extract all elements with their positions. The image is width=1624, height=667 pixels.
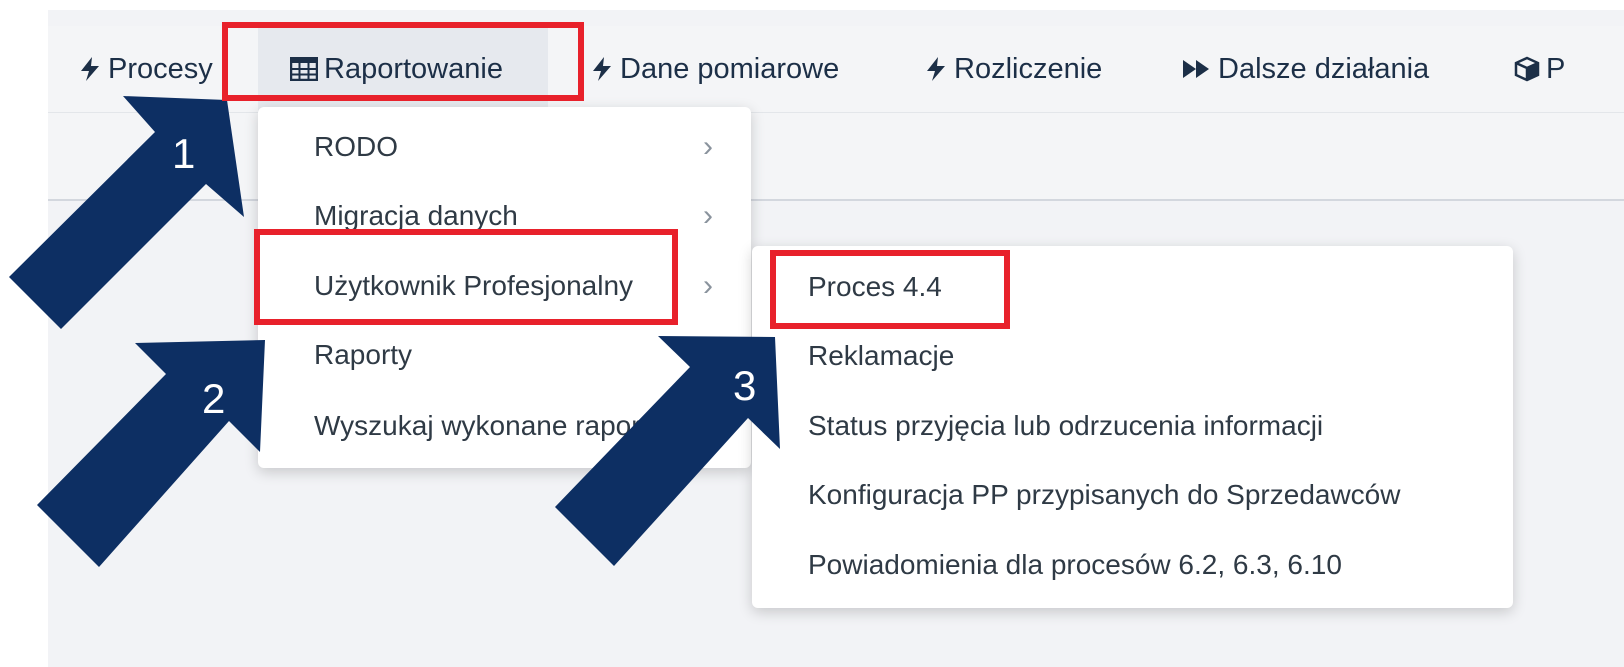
submenu-item-konfiguracja-pp[interactable]: Konfiguracja PP przypisanych do Sprzedaw… xyxy=(752,465,1513,525)
submenu-item-powiadomienia[interactable]: Powiadomienia dla procesów 6.2, 6.3, 6.1… xyxy=(752,535,1513,595)
submenu-item-reklamacje[interactable]: Reklamacje xyxy=(752,326,1513,386)
bolt-icon xyxy=(78,56,102,82)
highlight-raportowanie xyxy=(222,22,584,101)
menu-item-label: Wyszukaj wykonane raporty xyxy=(314,410,663,441)
nav-item-rozliczenie[interactable]: Rozliczenie xyxy=(924,26,1102,112)
chevron-right-icon: › xyxy=(703,130,713,163)
step-3-number: 3 xyxy=(733,362,757,409)
nav-label: Rozliczenie xyxy=(954,52,1103,85)
submenu-item-status-przyjecia[interactable]: Status przyjęcia lub odrzucenia informac… xyxy=(752,396,1513,456)
bolt-icon xyxy=(590,56,614,82)
nav-label: Procesy xyxy=(108,52,213,85)
bolt-icon xyxy=(924,56,948,82)
menu-item-wyszukaj-wykonane-raporty[interactable]: Wyszukaj wykonane raporty xyxy=(258,396,751,456)
menu-item-label: Migracja danych xyxy=(314,200,518,231)
nav-label: Dane pomiarowe xyxy=(620,52,840,85)
nav-item-p[interactable]: P xyxy=(1514,26,1565,112)
fast-forward-icon xyxy=(1182,58,1212,80)
menu-item-label: RODO xyxy=(314,131,398,162)
highlight-uzytkownik-profesjonalny xyxy=(254,229,678,325)
chevron-right-icon: › xyxy=(703,199,713,232)
nav-item-procesy[interactable]: Procesy xyxy=(78,26,213,112)
step-1-number: 1 xyxy=(172,130,196,177)
menu-item-raporty[interactable]: Raporty xyxy=(258,325,751,385)
submenu-item-label: Reklamacje xyxy=(808,340,955,371)
submenu-item-label: Powiadomienia dla procesów 6.2, 6.3, 6.1… xyxy=(808,549,1342,580)
submenu-item-label: Status przyjęcia lub odrzucenia informac… xyxy=(808,410,1324,441)
submenu-item-label: Konfiguracja PP przypisanych do Sprzedaw… xyxy=(808,479,1401,510)
chevron-right-icon: › xyxy=(703,269,713,302)
highlight-proces-4-4 xyxy=(770,250,1010,329)
nav-item-dalsze-dzialania[interactable]: Dalsze działania xyxy=(1182,26,1429,112)
step-2-number: 2 xyxy=(202,375,226,422)
nav-label: Dalsze działania xyxy=(1218,52,1430,85)
menu-item-rodo[interactable]: RODO › xyxy=(258,117,751,177)
nav-item-dane-pomiarowe[interactable]: Dane pomiarowe xyxy=(590,26,839,112)
menu-item-label: Raporty xyxy=(314,339,413,370)
cube-icon xyxy=(1514,56,1540,82)
nav-label: P xyxy=(1546,52,1566,85)
app-window: Procesy Raportowanie Dane pomiarowe Rozl… xyxy=(48,10,1624,667)
